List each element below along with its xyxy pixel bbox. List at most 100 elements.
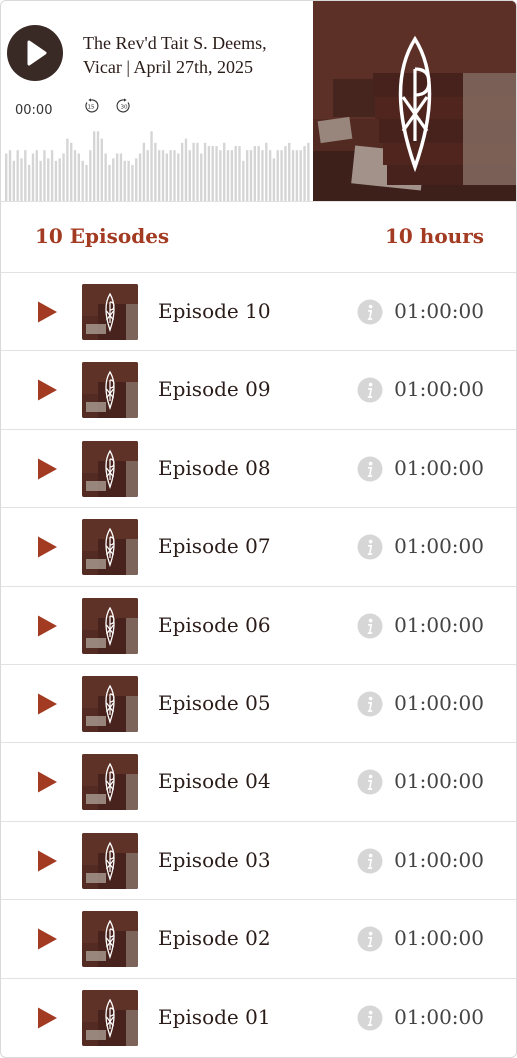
episode-title: Episode 04 [158, 769, 271, 794]
waveform-bar [58, 158, 61, 201]
episode-row[interactable]: Episode 01 01:00:00 [1, 979, 516, 1057]
waveform-bar [295, 150, 299, 201]
waveform-scrubber[interactable] [5, 119, 311, 201]
info-icon[interactable] [357, 613, 383, 639]
waveform-bar [127, 160, 130, 201]
waveform-bar [85, 164, 88, 201]
waveform-bar [77, 153, 81, 201]
waveform-bar [276, 150, 279, 201]
play-triangle-icon[interactable] [35, 614, 59, 638]
waveform-bar [92, 131, 96, 201]
play-triangle-icon[interactable] [35, 927, 59, 951]
info-icon[interactable] [357, 1005, 383, 1031]
podcast-player-widget: The Rev'd Tait S. Deems, Vicar | April 2… [0, 0, 517, 1058]
waveform-bar [245, 150, 249, 201]
play-triangle-icon[interactable] [35, 378, 59, 402]
info-icon[interactable] [357, 534, 383, 560]
episode-title: The Rev'd Tait S. Deems, Vicar | April 2… [83, 33, 267, 77]
play-triangle-icon[interactable] [35, 535, 59, 559]
waveform-bar [215, 146, 218, 201]
play-button[interactable] [7, 25, 63, 81]
episode-row[interactable]: Episode 05 01:00:00 [1, 665, 516, 744]
waveform-bar [35, 150, 38, 201]
episodes-summary-bar: 10 Episodes 10 hours [1, 201, 516, 273]
episode-row[interactable]: Episode 09 01:00:00 [1, 351, 516, 430]
episode-row[interactable]: Episode 03 01:00:00 [1, 822, 516, 901]
waveform-bar [96, 131, 100, 201]
waveform-bar [20, 158, 23, 201]
episode-row[interactable]: Episode 02 01:00:00 [1, 900, 516, 979]
info-icon[interactable] [357, 377, 383, 403]
info-icon[interactable] [357, 926, 383, 952]
waveform-bar [112, 158, 115, 201]
waveform-bar [268, 150, 272, 201]
episode-count: 10 Episodes [35, 224, 170, 248]
waveform-bar [135, 158, 138, 201]
episode-title: Episode 07 [158, 534, 271, 559]
play-triangle-icon[interactable] [35, 300, 59, 324]
episode-row[interactable]: Episode 08 01:00:00 [1, 430, 516, 509]
waveform-bar [62, 153, 65, 201]
waveform-bar [31, 153, 35, 201]
episode-title: Episode 03 [158, 847, 271, 872]
waveform-bar [200, 153, 203, 201]
waveform-bar [165, 153, 169, 201]
waveform-bar [280, 150, 283, 201]
waveform-bar [272, 158, 276, 201]
episode-thumbnail [82, 832, 138, 889]
podcast-artwork [313, 1, 516, 201]
waveform-bar [196, 142, 199, 201]
episode-thumbnail [82, 597, 138, 654]
waveform-bar [108, 164, 111, 201]
waveform-bar [47, 158, 50, 201]
waveform-bar [123, 160, 126, 201]
play-triangle-icon[interactable] [35, 849, 59, 873]
info-icon[interactable] [357, 848, 383, 874]
episode-duration: 01:00:00 [394, 612, 484, 637]
play-triangle-icon[interactable] [35, 770, 59, 794]
rewind-15-icon[interactable]: 15 [83, 98, 99, 114]
episode-list: Episode 10 01:00:00 Episode 09 01:00:00 … [1, 273, 516, 1057]
waveform-bar [150, 131, 153, 201]
info-icon[interactable] [357, 299, 383, 325]
waveform-bar [223, 142, 226, 201]
episode-row[interactable]: Episode 10 01:00:00 [1, 273, 516, 352]
episode-thumbnail [82, 519, 138, 576]
play-triangle-icon[interactable] [35, 1006, 59, 1030]
waveform-bar [284, 146, 287, 201]
waveform-bar [154, 142, 157, 201]
current-time: 00:00 [15, 103, 53, 118]
info-icon[interactable] [357, 456, 383, 482]
episode-duration: 01:00:00 [394, 455, 484, 480]
player-header: The Rev'd Tait S. Deems, Vicar | April 2… [1, 1, 516, 201]
waveform-bar [203, 142, 207, 201]
play-triangle-icon[interactable] [35, 692, 59, 716]
episode-row[interactable]: Episode 06 01:00:00 [1, 587, 516, 665]
waveform-bar [73, 150, 77, 201]
waveform-bar [249, 150, 253, 201]
episode-row[interactable]: Episode 07 01:00:00 [1, 508, 516, 587]
waveform-bar [291, 150, 295, 201]
play-triangle-icon[interactable] [35, 457, 59, 481]
waveform-bar [158, 150, 161, 201]
info-icon[interactable] [357, 691, 383, 717]
episode-thumbnail [82, 362, 138, 419]
waveform-bar [66, 138, 69, 201]
waveform-bar [27, 164, 31, 201]
waveform-bar [119, 153, 123, 201]
waveform-bar [50, 150, 54, 201]
info-icon[interactable] [357, 769, 383, 795]
forward-30-icon[interactable]: 30 [116, 98, 132, 114]
waveform-bar [115, 153, 119, 201]
waveform-bar [142, 142, 146, 201]
waveform-bar [81, 160, 84, 201]
waveform-bar [39, 160, 42, 201]
waveform-bar [211, 146, 214, 201]
waveform-bar [70, 142, 73, 201]
waveform-bar [131, 164, 134, 201]
episode-title: Episode 09 [158, 377, 271, 402]
episode-duration: 01:00:00 [394, 690, 484, 715]
play-icon [27, 40, 47, 66]
episode-row[interactable]: Episode 04 01:00:00 [1, 743, 516, 822]
episode-thumbnail [82, 754, 138, 811]
